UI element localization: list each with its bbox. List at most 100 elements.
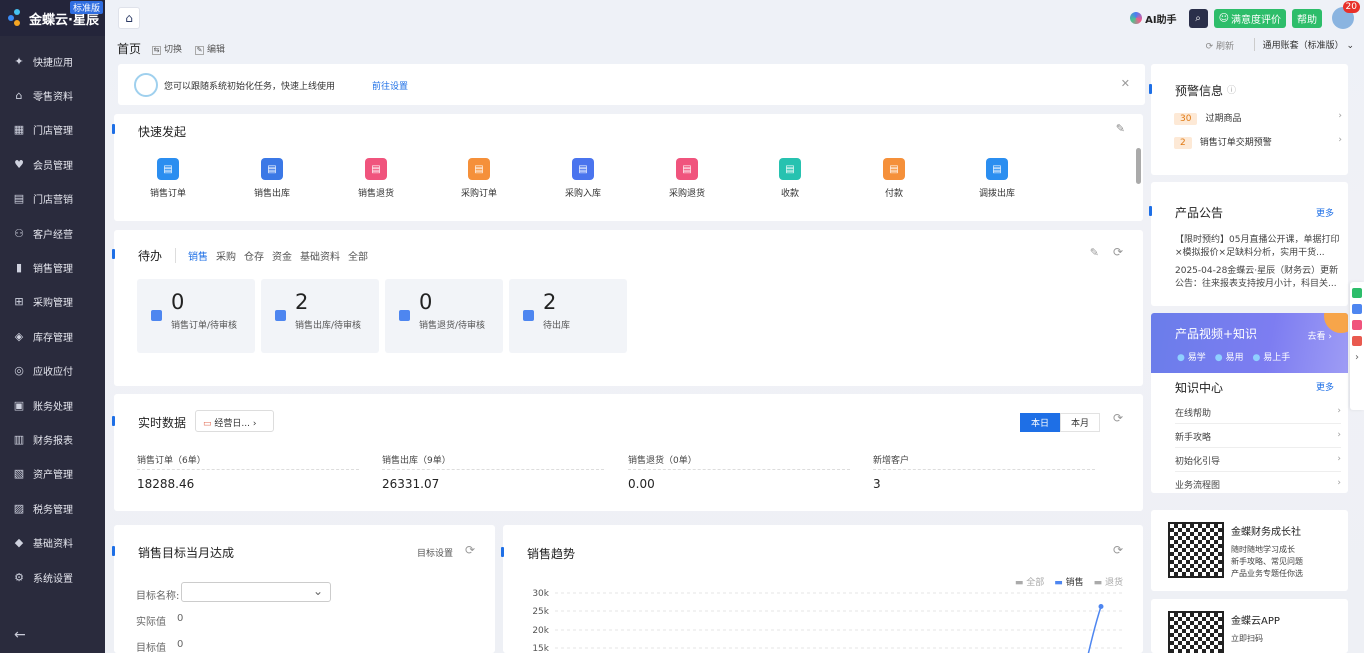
switch-button[interactable]: ⇆ 切换 (152, 42, 182, 55)
sidebar-item-13[interactable]: ▨ 税务管理 (0, 491, 105, 525)
target-name-select[interactable]: ⌄ (181, 582, 331, 602)
sidebar-item-6[interactable]: ▮ 销售管理 (0, 250, 105, 284)
period-today[interactable]: 本日 (1019, 413, 1060, 432)
sidebar-item-7[interactable]: ⊞ 采购管理 (0, 285, 105, 319)
target-settings-link[interactable]: 目标设置 (417, 546, 453, 559)
help-icon[interactable]: ⓘ (1227, 83, 1236, 96)
page-title: 首页 (117, 42, 142, 56)
edit-icon[interactable]: ✎ (1090, 246, 1099, 259)
refresh-icon[interactable]: ⟳ (465, 543, 475, 557)
refresh-button[interactable]: ⟳ 刷新 (1206, 39, 1234, 52)
todo-tab[interactable]: 销售 (188, 248, 208, 263)
announce-more-link[interactable]: 更多 (1316, 206, 1334, 219)
metric-value: 26331.07 (382, 477, 440, 491)
close-icon[interactable]: ✕ (1121, 77, 1130, 90)
home-icon[interactable]: ⌂ (118, 7, 140, 29)
sidebar-item-15[interactable]: ⚙ 系统设置 (0, 560, 105, 594)
knowledge-item[interactable]: 在线帮助 › (1175, 406, 1341, 424)
collapse-arrow-icon[interactable]: ← (14, 627, 26, 643)
sidebar-item-5[interactable]: ⚇ 客户经营 (0, 216, 105, 250)
sidebar-item-12[interactable]: ▧ 资产管理 (0, 457, 105, 491)
quick-item[interactable]: ▤ 采购订单 (444, 158, 514, 199)
video-banner[interactable]: 产品视频+知识 去看 › ● 易学 ● 易用 ● 易上手 (1151, 313, 1348, 373)
satisfaction-button[interactable]: ☺ 满意度评价 (1213, 8, 1286, 28)
todo-box[interactable]: 2 待出库 (509, 279, 627, 353)
announce-item[interactable]: 【限时预约】05月直播公开课，单据打印×模拟报价×足缺料分析，实用干货... (1175, 234, 1341, 260)
todo-box[interactable]: 0 销售退货/待审核 (385, 279, 503, 353)
help-button[interactable]: 帮助 (1292, 8, 1322, 28)
notice-link[interactable]: 前往设置 (372, 79, 408, 92)
scrollbar[interactable] (1136, 148, 1141, 184)
receivable-icon: ◎ (14, 364, 24, 378)
warning-title: 预警信息 (1175, 84, 1224, 98)
ai-assistant-button[interactable]: AI助手 (1130, 11, 1177, 26)
quick-item[interactable]: ▤ 收款 (755, 158, 825, 199)
quick-item[interactable]: ▤ 销售订单 (133, 158, 203, 199)
brand-logo[interactable]: 金蝶云·星辰 标准版 (0, 0, 105, 36)
sidebar-item-3[interactable]: ♥ 会员管理 (0, 147, 105, 181)
document-icon (275, 310, 286, 321)
quick-item[interactable]: ▤ 采购退货 (652, 158, 722, 199)
quick-item[interactable]: ▤ 销售退货 (341, 158, 411, 199)
edit-icon[interactable]: ✎ (1116, 122, 1125, 135)
chevron-right-icon[interactable]: › (1352, 352, 1362, 363)
quick-item[interactable]: ▤ 销售出库 (237, 158, 307, 199)
question-icon[interactable] (1352, 288, 1362, 298)
y-tick-label: 15k (532, 644, 549, 653)
todo-tab[interactable]: 采购 (216, 248, 236, 263)
edit-button[interactable]: ✎ 编辑 (195, 42, 225, 55)
todo-tab[interactable]: 基础资料 (300, 248, 340, 263)
switch-label: 切换 (164, 45, 183, 55)
video-tag: ● 易上手 (1252, 353, 1291, 363)
sales-data-point[interactable] (1098, 604, 1104, 609)
sidebar-item-2[interactable]: ▦ 门店管理 (0, 113, 105, 147)
period-month[interactable]: 本月 (1059, 413, 1100, 432)
avatar[interactable]: 20 (1332, 1, 1360, 29)
video-tag-label: 易用 (1225, 353, 1244, 363)
sidebar-item-14[interactable]: ◆ 基础资料 (0, 525, 105, 559)
refresh-icon[interactable]: ⟳ (1113, 245, 1123, 259)
chevron-right-icon: › (1337, 406, 1341, 416)
sidebar-item-label: 门店营销 (33, 195, 73, 207)
knowledge-item[interactable]: 新手攻略 › (1175, 430, 1341, 448)
realtime-card: 实时数据 ▭ 经营日... › 本日 本月 ⟳ 销售订单（6单） 18288.46… (112, 394, 1143, 511)
calendar-icon[interactable] (1352, 336, 1362, 346)
knowledge-more-link[interactable]: 更多 (1316, 380, 1334, 393)
knowledge-item[interactable]: 初始化引导 › (1175, 454, 1341, 472)
todo-tab[interactable]: 仓存 (244, 248, 264, 263)
image-icon[interactable] (1352, 320, 1362, 330)
announce-item[interactable]: 2025-04-28金蝶云·星辰（财务云）更新公告：往来报表支持按月小计，科目关… (1175, 265, 1341, 291)
refresh-icon[interactable]: ⟳ (1113, 543, 1123, 557)
sidebar-item-8[interactable]: ◈ 库存管理 (0, 319, 105, 353)
todo-box[interactable]: 0 销售订单/待审核 (137, 279, 255, 353)
warning-row[interactable]: 2 销售订单交期预警 › (1174, 135, 1342, 149)
chat-icon[interactable] (1352, 304, 1362, 314)
knowledge-item-label: 在线帮助 (1175, 409, 1212, 419)
document-icon: ▤ (986, 158, 1008, 180)
knowledge-item[interactable]: 业务流程图 › (1175, 478, 1341, 493)
realtime-selector[interactable]: ▭ 经营日... › (195, 410, 274, 432)
warning-row[interactable]: 30 过期商品 › (1174, 111, 1342, 125)
sidebar-item-label: 系统设置 (33, 573, 73, 585)
video-go-link[interactable]: 去看 › (1308, 329, 1332, 342)
todo-box[interactable]: 2 销售出库/待审核 (261, 279, 379, 353)
sidebar-item-1[interactable]: ⌂ 零售资料 (0, 78, 105, 112)
sidebar: 金蝶云·星辰 标准版 ✦ 快捷应用 ⌂ 零售资料 ▦ 门店管理 ♥ 会员管理 ▤ 门店营销 ⚇ 客户经… (0, 0, 105, 653)
sidebar-item-11[interactable]: ▥ 财务报表 (0, 422, 105, 456)
quick-item[interactable]: ▤ 采购入库 (548, 158, 618, 199)
todo-tab[interactable]: 全部 (348, 248, 368, 263)
quick-item[interactable]: ▤ 调拨出库 (962, 158, 1032, 199)
sidebar-item-4[interactable]: ▤ 门店营销 (0, 182, 105, 216)
metric-label: 销售出库（9单） (382, 453, 604, 470)
refresh-icon[interactable]: ⟳ (1113, 411, 1123, 425)
sidebar-item-0[interactable]: ✦ 快捷应用 (0, 44, 105, 78)
todo-tab[interactable]: 资金 (272, 248, 292, 263)
sidebar-item-10[interactable]: ▣ 账务处理 (0, 388, 105, 422)
todo-count: 2 (543, 290, 557, 314)
account-selector[interactable]: 通用账套（标准版） ⌄ (1253, 38, 1354, 51)
edition-badge: 标准版 (69, 1, 103, 14)
search-icon[interactable]: ⌕ (1188, 8, 1208, 28)
chevron-right-icon: › (1338, 111, 1342, 121)
sidebar-item-9[interactable]: ◎ 应收应付 (0, 354, 105, 388)
quick-item[interactable]: ▤ 付款 (859, 158, 929, 199)
